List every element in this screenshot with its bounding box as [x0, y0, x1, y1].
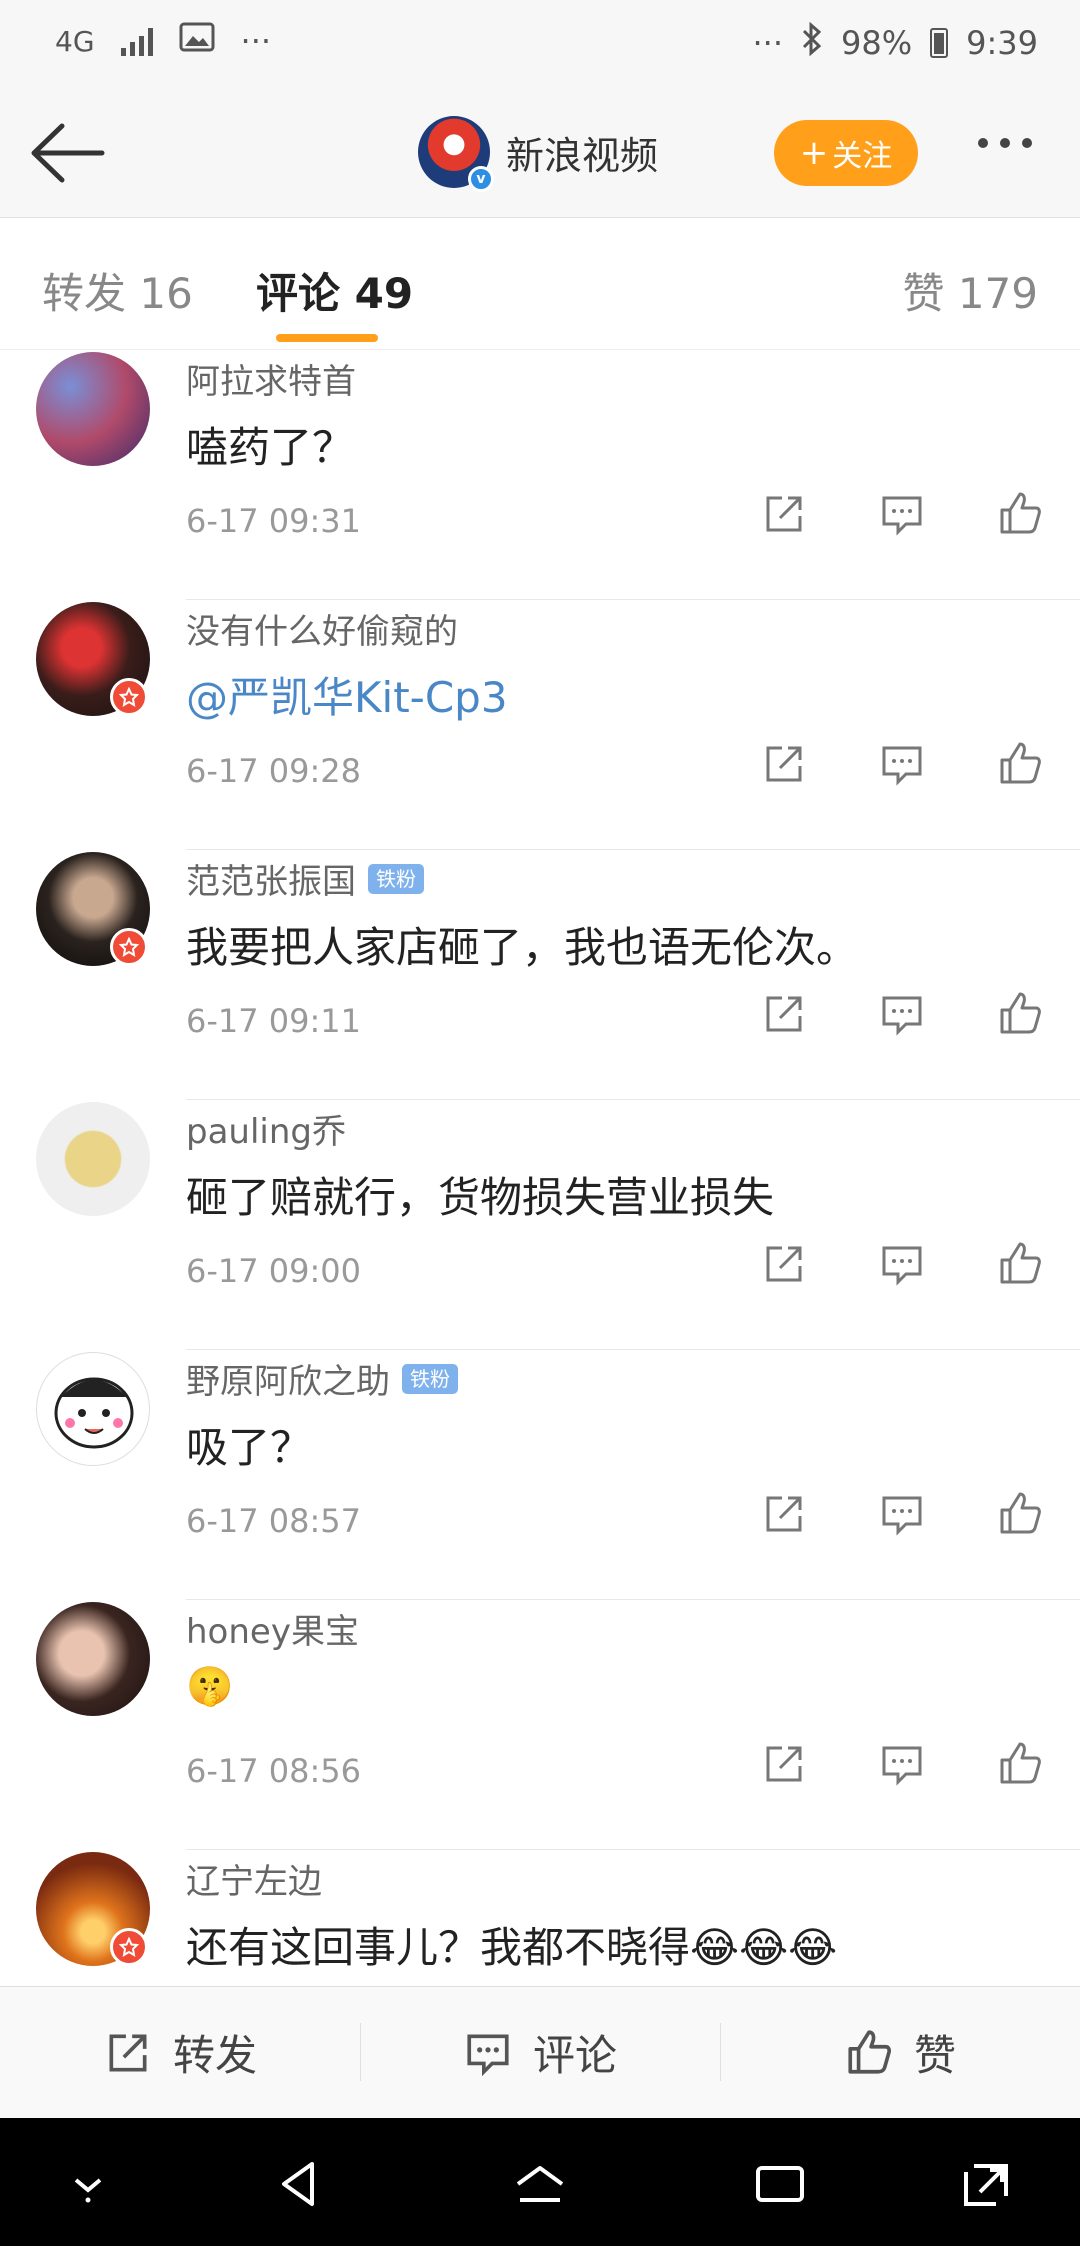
- comment-item: 阿拉求特首 嗑药了？ 6-17 09:31: [0, 350, 1080, 600]
- like-icon[interactable]: [996, 740, 1044, 788]
- more-options-button[interactable]: [978, 138, 1032, 148]
- comment-text: 嗑药了？: [186, 423, 355, 472]
- share-icon[interactable]: [760, 1740, 808, 1788]
- reply-icon[interactable]: [878, 990, 926, 1038]
- battery-percent: 98%: [841, 24, 913, 62]
- like-label: 赞: [913, 2031, 956, 2080]
- status-bar: 4G ··· ··· 98% 9:39: [0, 0, 1080, 90]
- system-nav-bar: [0, 2118, 1080, 2246]
- tab-comments[interactable]: 评论 49: [256, 260, 413, 321]
- follow-button[interactable]: + 关注: [774, 120, 918, 186]
- like-icon[interactable]: [996, 1490, 1044, 1538]
- fan-badge: 铁粉: [402, 1363, 458, 1394]
- comment-item: 没有什么好偷窥的 @严凯华Kit-Cp3 6-17 09:28: [0, 600, 1080, 850]
- comment-time: 6-17 09:31: [186, 502, 362, 540]
- avatar[interactable]: [36, 1102, 150, 1216]
- comment-username[interactable]: 阿拉求特首: [186, 354, 356, 403]
- account-name[interactable]: 新浪视频: [506, 125, 658, 180]
- clock: 9:39: [966, 24, 1038, 62]
- comment-time: 6-17 09:11: [186, 1002, 362, 1040]
- more-notifications: ···: [240, 22, 272, 60]
- comment-time: 6-17 08:57: [186, 1502, 362, 1540]
- verified-icon: v: [468, 166, 494, 192]
- network-indicator: 4G: [55, 24, 95, 58]
- comment-time: 6-17 09:00: [186, 1252, 362, 1290]
- tab-likes[interactable]: 赞 179: [902, 260, 1038, 321]
- plus-icon: +: [799, 133, 829, 173]
- like-button[interactable]: 赞: [720, 1987, 1080, 2118]
- comment-icon: [467, 2034, 509, 2076]
- reply-icon[interactable]: [878, 1490, 926, 1538]
- avatar[interactable]: [36, 1602, 150, 1716]
- hide-keyboard-icon[interactable]: [60, 2156, 116, 2212]
- more-status: ···: [752, 24, 784, 62]
- comment-item: honey果宝 🤫 6-17 08:56: [0, 1600, 1080, 1850]
- avatar[interactable]: [36, 1352, 150, 1466]
- comment-time: 6-17 08:56: [186, 1752, 362, 1790]
- member-badge-icon: [110, 928, 148, 966]
- share-icon[interactable]: [760, 990, 808, 1038]
- comment-list: 阿拉求特首 嗑药了？ 6-17 09:31 没有什么好偷窥的 @严凯华Kit-C…: [0, 350, 1080, 1986]
- comment-username[interactable]: 辽宁左边: [186, 1854, 322, 1903]
- repost-button[interactable]: 转发: [0, 1987, 360, 2118]
- comment-username[interactable]: 范范张振国 铁粉: [186, 854, 424, 903]
- like-icon[interactable]: [996, 490, 1044, 538]
- reply-icon[interactable]: [878, 1240, 926, 1288]
- like-icon[interactable]: [996, 990, 1044, 1038]
- comment-username[interactable]: honey果宝: [186, 1604, 359, 1653]
- back-arrow-icon: [31, 123, 105, 183]
- expand-screen-icon[interactable]: [960, 2156, 1016, 2212]
- top-header: v 新浪视频 + 关注: [0, 90, 1080, 218]
- comment-username[interactable]: pauling乔: [186, 1104, 346, 1153]
- like-icon[interactable]: [996, 1740, 1044, 1788]
- account-avatar[interactable]: v: [418, 116, 494, 192]
- comment-text: 我要把人家店砸了，我也语无伦次。: [186, 923, 859, 972]
- comment-text: 还有这回事儿？我都不晓得😂😂😂: [186, 1923, 838, 1972]
- repost-label: 转发: [172, 2031, 257, 2080]
- comment-username[interactable]: 没有什么好偷窥的: [186, 604, 458, 653]
- comment-text: 🤫: [186, 1664, 234, 1708]
- reply-icon[interactable]: [878, 490, 926, 538]
- active-tab-indicator: [276, 334, 378, 342]
- share-icon[interactable]: [760, 1490, 808, 1538]
- signal-icon: [120, 26, 153, 56]
- more-dots-icon: [978, 138, 988, 148]
- comment-username[interactable]: 野原阿欣之助 铁粉: [186, 1354, 458, 1403]
- comment-item: 辽宁左边 还有这回事儿？我都不晓得😂😂😂: [0, 1850, 1080, 1986]
- image-icon: [179, 22, 215, 60]
- account-header[interactable]: v 新浪视频: [418, 116, 658, 192]
- tab-repost[interactable]: 转发 16: [42, 260, 193, 321]
- recents-nav-icon[interactable]: [752, 2156, 808, 2212]
- home-nav-icon[interactable]: [512, 2156, 568, 2212]
- comment-item: 野原阿欣之助 铁粉 吸了？ 6-17 08:57: [0, 1350, 1080, 1600]
- avatar[interactable]: [36, 352, 150, 466]
- battery-icon: [930, 28, 949, 58]
- comment-time: 6-17 09:28: [186, 752, 362, 790]
- follow-label: 关注: [832, 139, 893, 174]
- feedback-tabs: 转发 16 评论 49 赞 179: [0, 218, 1080, 350]
- comment-text: 吸了？: [186, 1423, 313, 1472]
- bluetooth-icon: [801, 21, 823, 64]
- reply-icon[interactable]: [878, 740, 926, 788]
- comment-button[interactable]: 评论: [360, 1987, 720, 2118]
- back-nav-icon[interactable]: [272, 2156, 328, 2212]
- member-badge-icon: [110, 1928, 148, 1966]
- share-icon[interactable]: [760, 1240, 808, 1288]
- comment-text: 砸了赔就行，货物损失营业损失: [186, 1173, 775, 1222]
- comment-text[interactable]: @严凯华Kit-Cp3: [186, 664, 508, 725]
- reply-icon[interactable]: [878, 1740, 926, 1788]
- share-icon[interactable]: [760, 740, 808, 788]
- comment-item: 范范张振国 铁粉 我要把人家店砸了，我也语无伦次。 6-17 09:11: [0, 850, 1080, 1100]
- repost-icon: [109, 2034, 147, 2071]
- fan-badge: 铁粉: [368, 863, 424, 894]
- member-badge-icon: [110, 678, 148, 716]
- back-button[interactable]: [28, 120, 108, 186]
- bottom-action-bar: 转发 评论 赞: [0, 1986, 1080, 2118]
- like-icon[interactable]: [996, 1240, 1044, 1288]
- comment-label: 评论: [532, 2031, 617, 2080]
- thumbs-up-icon: [848, 2029, 891, 2074]
- share-icon[interactable]: [760, 490, 808, 538]
- comment-item: pauling乔 砸了赔就行，货物损失营业损失 6-17 09:00: [0, 1100, 1080, 1350]
